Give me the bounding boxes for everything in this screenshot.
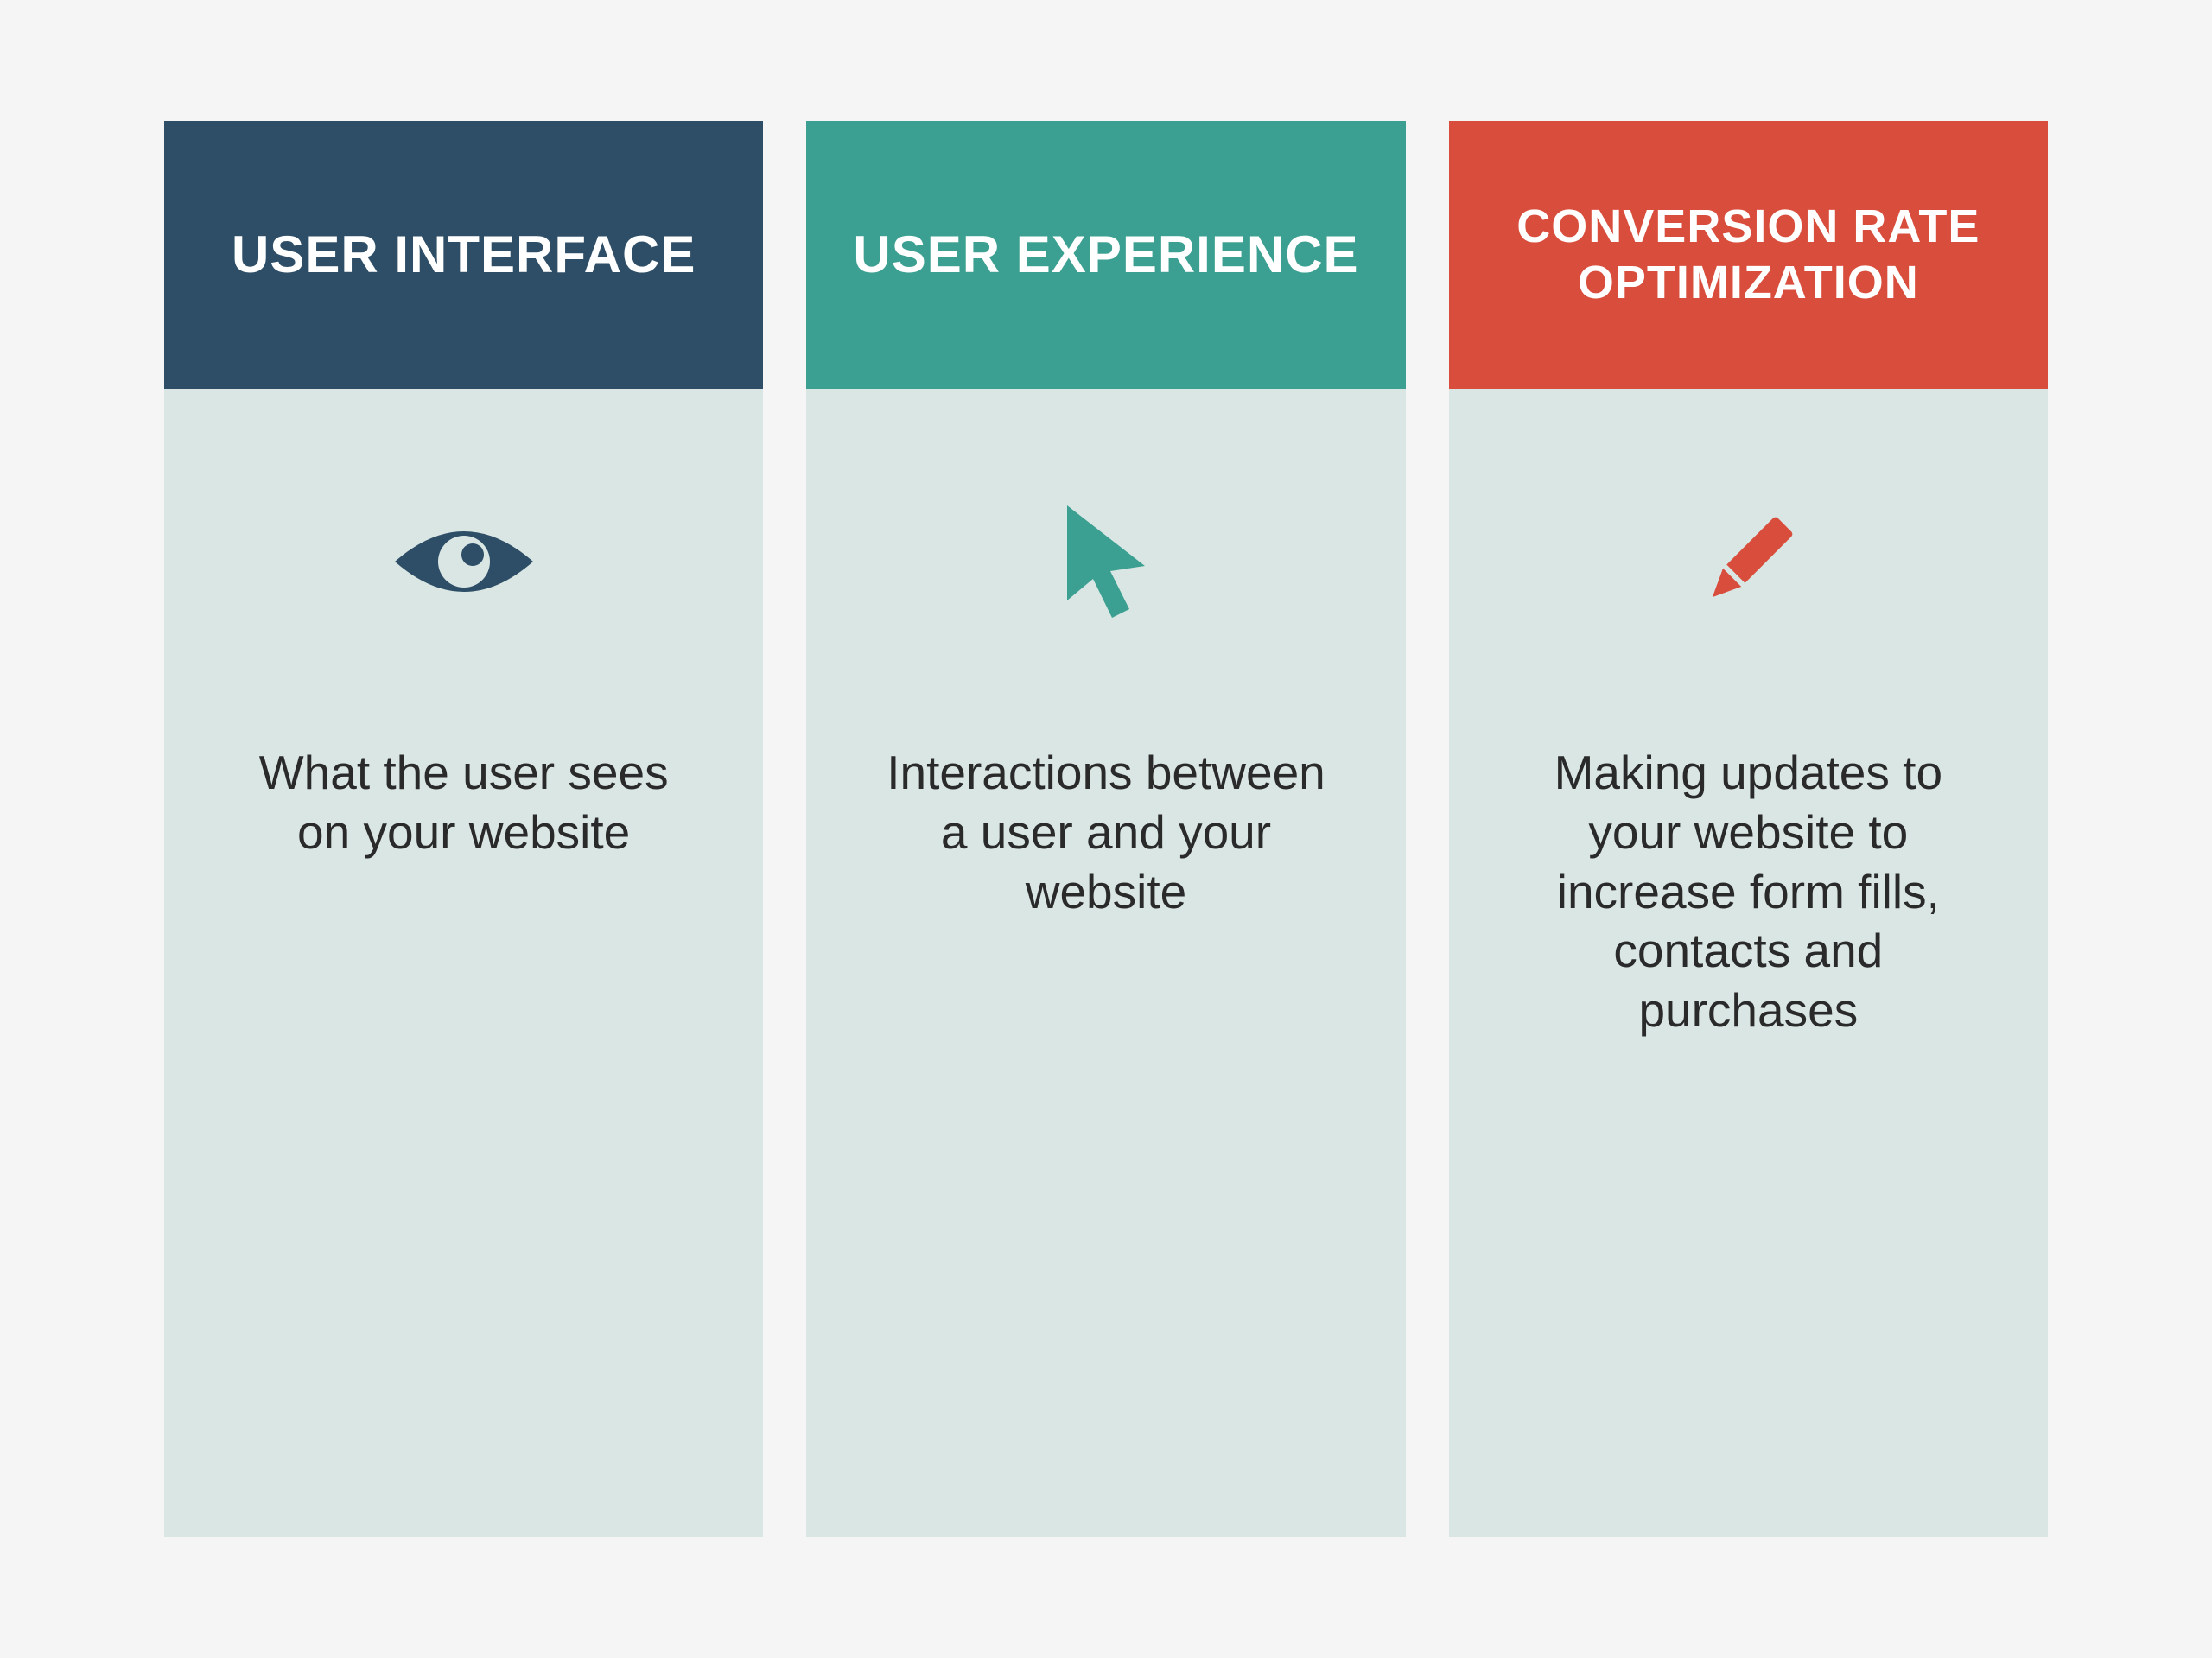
column-title: USER EXPERIENCE	[853, 224, 1358, 286]
column-conversion-rate-optimization: CONVERSION RATE OPTIMIZATION	[1449, 121, 2048, 1537]
column-title: CONVERSION RATE OPTIMIZATION	[1484, 199, 2013, 311]
column-body: What the user sees on your website	[164, 389, 763, 1537]
column-header: USER EXPERIENCE	[806, 121, 1405, 389]
cursor-icon	[1050, 475, 1162, 648]
column-body: Making updates to your website to increa…	[1449, 389, 2048, 1537]
column-header: CONVERSION RATE OPTIMIZATION	[1449, 121, 2048, 389]
column-description: What the user sees on your website	[233, 743, 694, 862]
column-body: Interactions between a user and your web…	[806, 389, 1405, 1537]
column-description: Interactions between a user and your web…	[875, 743, 1336, 921]
column-header: USER INTERFACE	[164, 121, 763, 389]
column-user-experience: USER EXPERIENCE Interactions between a u…	[806, 121, 1405, 1537]
column-title: USER INTERFACE	[232, 224, 696, 286]
column-description: Making updates to your website to increa…	[1518, 743, 1979, 1040]
eye-icon	[386, 475, 542, 648]
pencil-icon	[1688, 475, 1808, 648]
column-user-interface: USER INTERFACE What the user sees on you…	[164, 121, 763, 1537]
three-column-diagram: USER INTERFACE What the user sees on you…	[0, 0, 2212, 1658]
